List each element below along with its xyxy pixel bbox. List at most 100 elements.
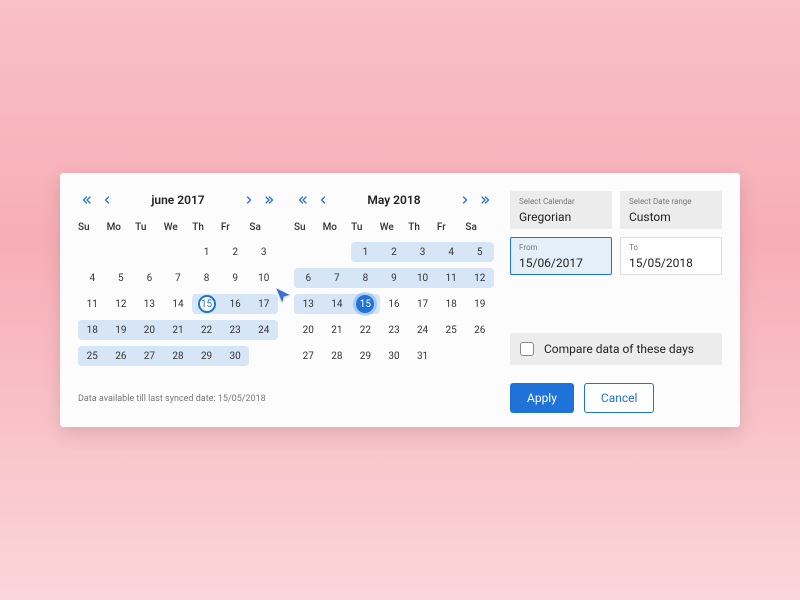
day-of-week-label: Fr [221, 219, 250, 236]
day-cell[interactable]: 9 [221, 268, 250, 288]
day-cell[interactable]: 24 [249, 320, 278, 340]
prev-year-button[interactable] [294, 191, 312, 209]
next-month-button[interactable] [456, 191, 474, 209]
day-cell[interactable]: 7 [323, 268, 352, 288]
day-cell[interactable]: 8 [351, 268, 380, 288]
field-label: From [519, 243, 603, 252]
calendar-left: june 2017 SuMoTuWeThFrSa1234567891011121… [78, 191, 278, 366]
from-date-field[interactable]: From 15/06/2017 [510, 237, 612, 275]
compare-label: Compare data of these days [544, 342, 694, 356]
day-cell[interactable]: 15 [351, 294, 380, 314]
day-cell[interactable]: 27 [294, 346, 323, 366]
day-cell[interactable]: 13 [135, 294, 164, 314]
day-cell[interactable]: 22 [192, 320, 221, 340]
day-cell[interactable]: 9 [380, 268, 409, 288]
day-cell[interactable]: 23 [380, 320, 409, 340]
calendar-left-grid: SuMoTuWeThFrSa12345678910111213141516171… [78, 219, 278, 366]
day-cell[interactable]: 2 [380, 242, 409, 262]
day-cell[interactable]: 16 [380, 294, 409, 314]
compare-row[interactable]: Compare data of these days [510, 333, 722, 365]
day-of-week-label: Su [294, 219, 323, 236]
next-month-button[interactable] [240, 191, 258, 209]
day-of-week-label: Th [192, 219, 221, 236]
day-cell[interactable]: 5 [465, 242, 494, 262]
day-cell[interactable]: 16 [221, 294, 250, 314]
next-year-button[interactable] [476, 191, 494, 209]
day-cell[interactable]: 6 [135, 268, 164, 288]
day-cell[interactable]: 23 [221, 320, 250, 340]
select-range-field[interactable]: Select Date range Custom [620, 191, 722, 229]
day-cell[interactable]: 28 [323, 346, 352, 366]
day-of-week-label: Su [78, 219, 107, 236]
day-cell[interactable]: 27 [135, 346, 164, 366]
date-range-picker-panel: june 2017 SuMoTuWeThFrSa1234567891011121… [60, 173, 740, 427]
day-cell[interactable]: 20 [135, 320, 164, 340]
day-cell[interactable]: 22 [351, 320, 380, 340]
field-value: Gregorian [519, 210, 571, 224]
day-cell[interactable]: 19 [107, 320, 136, 340]
field-value: 15/05/2018 [629, 256, 693, 270]
day-cell[interactable]: 6 [294, 268, 323, 288]
day-cell[interactable]: 12 [107, 294, 136, 314]
day-empty [135, 242, 164, 262]
day-cell[interactable]: 2 [221, 242, 250, 262]
day-cell[interactable]: 15 [192, 294, 221, 314]
day-cell[interactable]: 26 [107, 346, 136, 366]
day-cell[interactable]: 26 [465, 320, 494, 340]
day-cell[interactable]: 30 [380, 346, 409, 366]
prev-year-button[interactable] [78, 191, 96, 209]
day-cell[interactable]: 25 [78, 346, 107, 366]
day-cell[interactable]: 5 [107, 268, 136, 288]
day-cell[interactable]: 17 [408, 294, 437, 314]
day-cell[interactable]: 29 [351, 346, 380, 366]
prev-month-button[interactable] [98, 191, 116, 209]
to-date-field[interactable]: To 15/05/2018 [620, 237, 722, 275]
day-cell[interactable]: 7 [164, 268, 193, 288]
day-empty [294, 242, 323, 262]
day-cell[interactable]: 14 [164, 294, 193, 314]
day-cell[interactable]: 30 [221, 346, 250, 366]
day-cell[interactable]: 20 [294, 320, 323, 340]
select-calendar-field[interactable]: Select Calendar Gregorian [510, 191, 612, 229]
day-cell[interactable]: 28 [164, 346, 193, 366]
day-empty [323, 242, 352, 262]
day-of-week-label: Sa [465, 219, 494, 236]
field-label: Select Date range [629, 197, 713, 206]
calendar-right-grid: SuMoTuWeThFrSa12345678910111213141516171… [294, 219, 494, 366]
day-cell[interactable]: 4 [437, 242, 466, 262]
cancel-button[interactable]: Cancel [584, 383, 655, 413]
day-cell[interactable]: 21 [164, 320, 193, 340]
day-cell[interactable]: 19 [465, 294, 494, 314]
compare-checkbox[interactable] [520, 342, 534, 356]
day-cell[interactable]: 8 [192, 268, 221, 288]
day-cell[interactable]: 4 [78, 268, 107, 288]
next-year-button[interactable] [260, 191, 278, 209]
day-cell[interactable]: 25 [437, 320, 466, 340]
day-of-week-label: We [164, 219, 193, 236]
cursor-icon [274, 286, 292, 308]
day-cell[interactable]: 21 [323, 320, 352, 340]
day-cell[interactable]: 1 [351, 242, 380, 262]
day-cell[interactable]: 12 [465, 268, 494, 288]
day-cell[interactable]: 1 [192, 242, 221, 262]
day-cell[interactable]: 29 [192, 346, 221, 366]
day-cell[interactable]: 11 [437, 268, 466, 288]
day-cell[interactable]: 10 [408, 268, 437, 288]
day-cell[interactable]: 14 [323, 294, 352, 314]
day-cell[interactable]: 24 [408, 320, 437, 340]
day-cell[interactable]: 13 [294, 294, 323, 314]
day-cell[interactable]: 10 [249, 268, 278, 288]
day-cell[interactable]: 31 [408, 346, 437, 366]
day-of-week-label: Mo [107, 219, 136, 236]
prev-month-button[interactable] [314, 191, 332, 209]
day-cell[interactable]: 18 [437, 294, 466, 314]
day-cell[interactable]: 3 [249, 242, 278, 262]
day-cell[interactable]: 3 [408, 242, 437, 262]
side-panel: Select Calendar Gregorian Select Date ra… [510, 191, 722, 413]
day-cell[interactable]: 18 [78, 320, 107, 340]
apply-button[interactable]: Apply [510, 383, 574, 413]
calendar-left-title: june 2017 [151, 193, 204, 207]
calendar-right-title: May 2018 [367, 193, 420, 207]
calendar-right: May 2018 SuMoTuWeThFrSa12345678910111213… [294, 191, 494, 366]
day-cell[interactable]: 11 [78, 294, 107, 314]
